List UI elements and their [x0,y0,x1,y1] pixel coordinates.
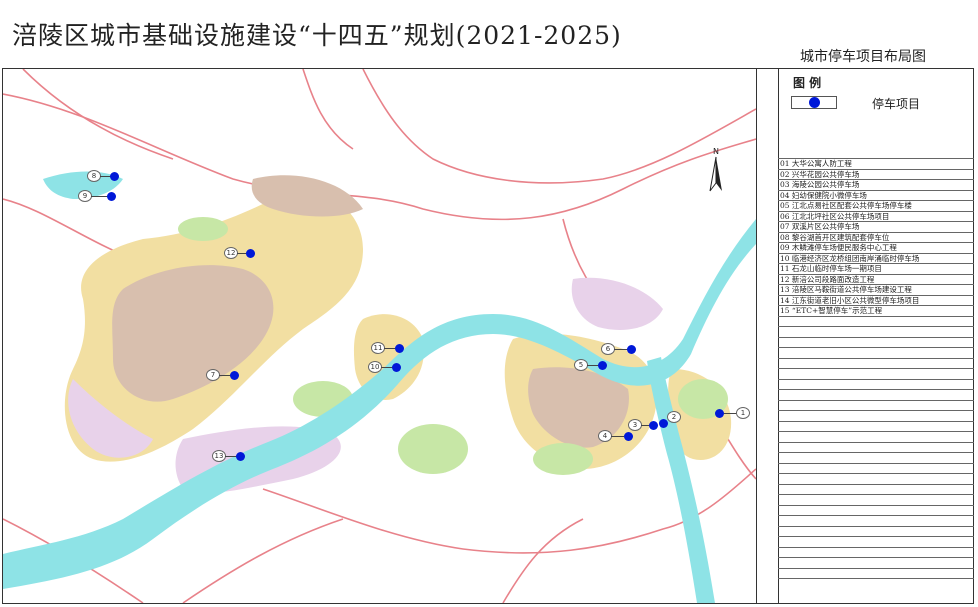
parking-pin-icon [627,345,636,354]
marker-number: 7 [206,369,220,381]
empty-table-row [778,557,974,568]
urban-core-west [112,265,274,402]
empty-table-row [778,410,974,421]
project-row: 02 兴华花园公共停车场 [778,168,974,180]
empty-table-row [778,525,974,537]
empty-table-row [778,326,974,337]
road-line [302,69,354,150]
empty-table-row [778,347,974,358]
parking-pin-icon [809,97,820,108]
empty-table-row [778,494,974,505]
empty-table-row [778,368,974,379]
marker-number: 5 [574,359,588,371]
marker-number: 10 [368,361,382,373]
legend-symbol [791,96,837,109]
legend-title: 图 例 [793,76,822,90]
parking-pin-icon [392,363,401,372]
leader-line [91,196,108,197]
project-row: 08 黎谷湖首开区建筑配套停车位 [778,231,974,243]
urban-areas [64,175,732,494]
legend-divider [756,69,757,603]
empty-table-row [778,378,974,390]
marker-number: 2 [667,411,681,423]
project-row: 11 石龙山临时停车场一期项目 [778,263,974,274]
road-line [182,518,344,603]
parking-pin-icon [395,344,404,353]
leader-line [614,349,628,350]
project-row: 04 妇幼保健院小微停车场 [778,189,974,201]
marker-number: 3 [628,419,642,431]
project-row: 10 临港经济区龙桥组团南岸涌临时停车场 [778,252,974,264]
parking-pin-icon [236,452,245,461]
empty-table-row [778,462,974,474]
parking-pin-icon [107,192,116,201]
parking-pin-icon [598,361,607,370]
compass-icon [709,156,722,192]
empty-table-row [778,389,974,400]
empty-table-row [778,399,974,411]
map-canvas[interactable]: N 1 2 3 4 5 6 7 8 9 10 11 12 13 [3,69,756,603]
leader-line [611,436,624,437]
project-row: 15 “ETC+智慧停车”示范工程 [778,305,974,316]
map-drawing [3,69,756,603]
urban-zone-ne [571,277,663,330]
project-row: 07 双溪片区公共停车场 [778,221,974,232]
parking-pin-icon [230,371,239,380]
empty-table-row [778,420,974,432]
map-subtitle: 城市停车项目布局图 [800,49,926,65]
project-row: 05 江北点易社区配套公共停车场停车楼 [778,200,974,211]
empty-table-row [778,536,974,547]
empty-table-row [778,515,974,526]
legend-item-label: 停车项目 [872,97,921,111]
project-row: 13 涪陵区马鞍街道公共停车场建设工程 [778,284,974,295]
north-arrow: N [706,147,726,193]
marker-number: 11 [371,342,385,354]
empty-table-rows [778,315,974,589]
empty-table-row [778,483,974,495]
project-row: 01 大华公寓人防工程 [778,158,974,169]
project-row: 09 木鳞滩停车场便民服务中心工程 [778,242,974,253]
road-line [3,93,756,221]
parking-pin-icon [246,249,255,258]
empty-table-row [778,473,974,484]
marker-number: 4 [598,430,612,442]
marker-number: 1 [736,407,750,419]
parking-pin-icon [649,421,658,430]
empty-table-row [778,315,974,327]
marker-number: 9 [78,190,92,202]
empty-table-row [778,441,974,453]
project-row: 03 海陵公园公共停车场 [778,179,974,190]
marker-number: 13 [212,450,226,462]
empty-table-row [778,357,974,369]
parking-pin-icon [110,172,119,181]
map-title: 涪陵区城市基础设施建设“十四五”规划(2021-2025) [12,21,622,50]
parking-pin-icon [624,432,633,441]
parking-pin-icon [659,419,668,428]
marker-number: 6 [601,343,615,355]
empty-table-row [778,431,974,442]
empty-table-row [778,336,974,348]
marker-number: 12 [224,247,238,259]
green-patch [398,424,468,474]
marker-number: 8 [87,170,101,182]
project-row: 06 江北北坪社区公共停车场项目 [778,210,974,222]
road-line [502,518,584,603]
project-list: 01 大华公寓人防工程 02 兴华花园公共停车场 03 海陵公园公共停车场 04… [778,158,974,589]
road-line [362,69,756,184]
empty-table-row [778,546,974,558]
empty-table-row [778,567,974,579]
project-row: 14 江东街道老旧小区公共微型停车场项目 [778,294,974,306]
empty-table-row [778,452,974,463]
empty-table-row [778,578,974,589]
green-patch [178,217,228,241]
empty-table-row [778,504,974,516]
parking-pin-icon [715,409,724,418]
green-patch [533,443,593,475]
project-row: 12 新涪公司段路面改造工程 [778,273,974,285]
